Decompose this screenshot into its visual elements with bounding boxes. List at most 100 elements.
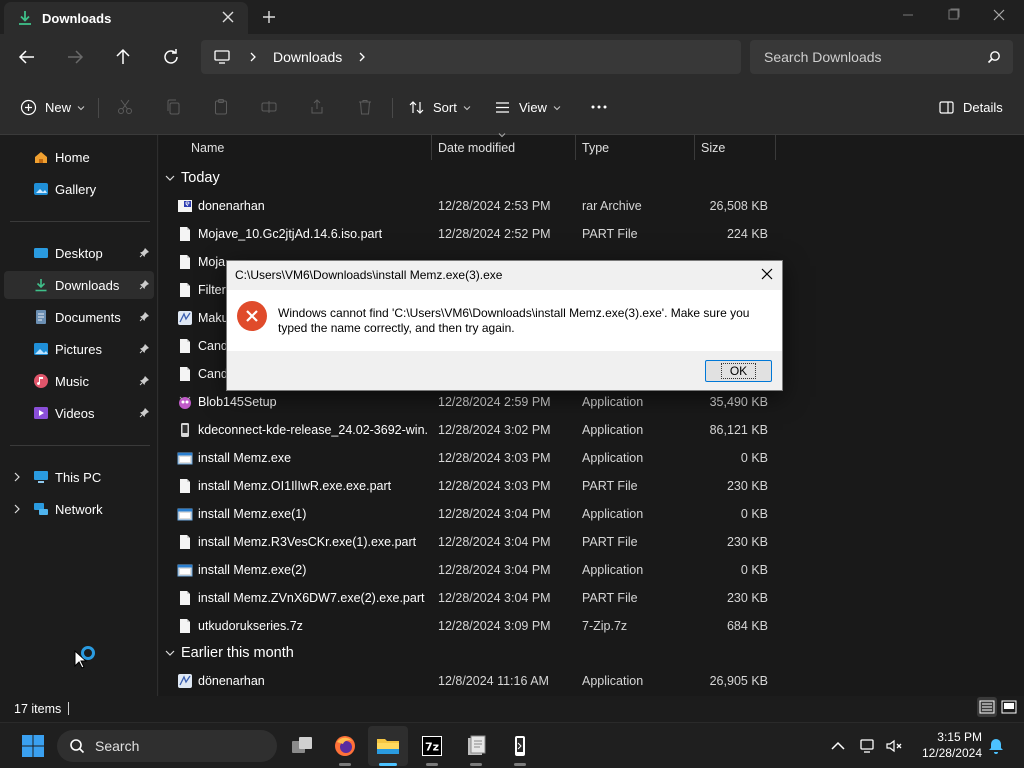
file-list: Name Date modified Type Size Today donen… <box>159 133 1024 696</box>
sort-button[interactable]: Sort <box>408 80 471 135</box>
column-label: Name <box>191 140 225 155</box>
sidebar-item-label: Music <box>55 373 89 389</box>
file-row[interactable]: dönenarhan 12/8/2024 11:16 AM Application 2… <box>169 667 779 695</box>
file-row[interactable]: install Memz.R3VesCKr.exe(1).exe.part 12/… <box>169 528 779 556</box>
pin-icon[interactable] <box>139 311 150 322</box>
sidebar-item-home[interactable]: Home <box>4 143 154 171</box>
pin-icon[interactable] <box>139 279 150 290</box>
new-tab-icon[interactable] <box>260 8 278 26</box>
file-row[interactable]: Blob145Setup 12/28/2024 2:59 PM Applicatio… <box>169 388 779 416</box>
installer-button[interactable] <box>456 726 496 766</box>
file-explorer-button[interactable] <box>368 726 408 766</box>
close-icon[interactable] <box>760 267 774 281</box>
pin-icon[interactable] <box>139 407 150 418</box>
sidebar-item-documents[interactable]: Documents <box>4 303 154 331</box>
chevron-right-icon[interactable] <box>12 472 22 482</box>
chevron-right-icon[interactable] <box>247 51 259 63</box>
file-row[interactable]: install Memz.OI1IlIwR.exe.exe.part 12/28/… <box>169 472 779 500</box>
firefox-button[interactable] <box>325 726 365 766</box>
file-row[interactable]: install Memz.exe 12/28/2024 3:03 PM Applic… <box>169 444 779 472</box>
search-input[interactable]: Search Downloads <box>750 40 1013 74</box>
file-size: 0 KB <box>740 507 768 521</box>
details-button[interactable]: Details <box>938 80 1003 135</box>
taskbar-search[interactable]: Search <box>57 730 277 762</box>
file-row[interactable]: Mojave_10.Gc2jtjAd.14.6.iso.part 12/28/20… <box>169 220 779 248</box>
up-icon[interactable] <box>111 45 135 69</box>
tiles-view-icon[interactable] <box>999 697 1019 717</box>
file-date: 12/28/2024 3:04 PM <box>438 535 551 549</box>
file-row[interactable]: utkudorukseries.7z 12/28/2024 3:09 PM 7-Zi… <box>169 612 779 640</box>
pin-icon[interactable] <box>139 375 150 386</box>
group-header-earlier[interactable]: Earlier this month <box>165 641 294 665</box>
minimize-icon[interactable] <box>897 6 919 24</box>
file-icon <box>180 367 190 381</box>
sidebar-item-downloads[interactable]: Downloads <box>4 271 154 299</box>
file-row[interactable]: install Memz.exe(1) 12/28/2024 3:04 PM App… <box>169 500 779 528</box>
start-icon[interactable] <box>21 734 45 758</box>
file-size: 230 KB <box>726 535 768 549</box>
file-row[interactable]: install Memz.exe(2) 12/28/2024 3:04 PM App… <box>169 556 779 584</box>
sort-indicator-icon <box>498 133 506 138</box>
phone-link-button[interactable] <box>500 726 540 766</box>
view-button[interactable]: View <box>494 80 561 135</box>
file-name: utkudorukseries.7z <box>198 619 303 633</box>
paste-icon[interactable] <box>212 98 230 116</box>
system-clock[interactable]: 3:15 PM 12/28/2024 <box>912 729 982 761</box>
chevron-down-icon <box>553 105 561 110</box>
file-row[interactable]: donenarhan 12/28/2024 2:53 PM rar Archive 2… <box>169 192 779 220</box>
column-header-date[interactable]: Date modified <box>432 133 576 160</box>
sidebar-item-desktop[interactable]: Desktop <box>4 239 154 267</box>
chevron-right-icon[interactable] <box>356 51 368 63</box>
gallery-icon <box>34 183 48 195</box>
sidebar-item-this-pc[interactable]: This PC <box>4 463 154 491</box>
app-icon <box>178 311 192 325</box>
file-size: 0 KB <box>740 563 768 577</box>
file-date: 12/28/2024 2:53 PM <box>438 199 551 213</box>
more-options-icon[interactable] <box>590 98 608 116</box>
column-header-name[interactable]: Name <box>185 135 432 160</box>
exe-icon <box>177 452 193 465</box>
copy-icon[interactable] <box>164 98 182 116</box>
column-header-size[interactable]: Size <box>695 135 776 160</box>
pin-icon[interactable] <box>139 247 150 258</box>
pin-icon[interactable] <box>139 343 150 354</box>
ok-button[interactable]: OK <box>705 360 772 382</box>
title-bar: Downloads <box>0 0 1024 34</box>
file-type: PART File <box>582 535 638 549</box>
tab-downloads[interactable]: Downloads <box>4 2 248 34</box>
forward-icon[interactable] <box>63 45 87 69</box>
breadcrumb[interactable]: Downloads <box>201 40 741 74</box>
7zip-button[interactable]: 7z <box>412 726 452 766</box>
view-label: View <box>519 100 547 115</box>
videos-icon <box>34 407 48 419</box>
network-status-icon[interactable] <box>859 736 879 756</box>
sidebar-item-videos[interactable]: Videos <box>4 399 154 427</box>
delete-icon[interactable] <box>356 98 374 116</box>
rename-icon[interactable] <box>260 98 278 116</box>
group-header-today[interactable]: Today <box>165 166 220 190</box>
details-view-icon[interactable] <box>977 697 997 717</box>
sidebar-item-gallery[interactable]: Gallery <box>4 175 154 203</box>
task-view-button[interactable] <box>282 726 322 766</box>
file-row[interactable]: kdeconnect-kde-release_24.02-3692-win...… <box>169 416 779 444</box>
file-row[interactable]: install Memz.ZVnX6DW7.exe(2).exe.part 12/… <box>169 584 779 612</box>
back-icon[interactable] <box>15 45 39 69</box>
close-window-icon[interactable] <box>988 6 1010 24</box>
chevron-right-icon[interactable] <box>12 504 22 514</box>
file-date: 12/28/2024 2:59 PM <box>438 395 551 409</box>
refresh-icon[interactable] <box>159 45 183 69</box>
sidebar-item-network[interactable]: Network <box>4 495 154 523</box>
volume-muted-icon[interactable] <box>884 736 904 756</box>
close-tab-icon[interactable] <box>220 9 236 25</box>
share-icon[interactable] <box>308 98 326 116</box>
new-button[interactable]: New <box>20 80 85 135</box>
chevron-up-icon[interactable] <box>828 736 848 756</box>
cut-icon[interactable] <box>116 98 134 116</box>
sidebar-item-music[interactable]: Music <box>4 367 154 395</box>
breadcrumb-downloads[interactable]: Downloads <box>273 49 342 65</box>
sidebar-item-pictures[interactable]: Pictures <box>4 335 154 363</box>
maximize-icon[interactable] <box>942 6 964 24</box>
column-header-type[interactable]: Type <box>576 135 695 160</box>
notification-bell-icon[interactable] <box>986 736 1006 756</box>
search-icon <box>987 51 1000 64</box>
